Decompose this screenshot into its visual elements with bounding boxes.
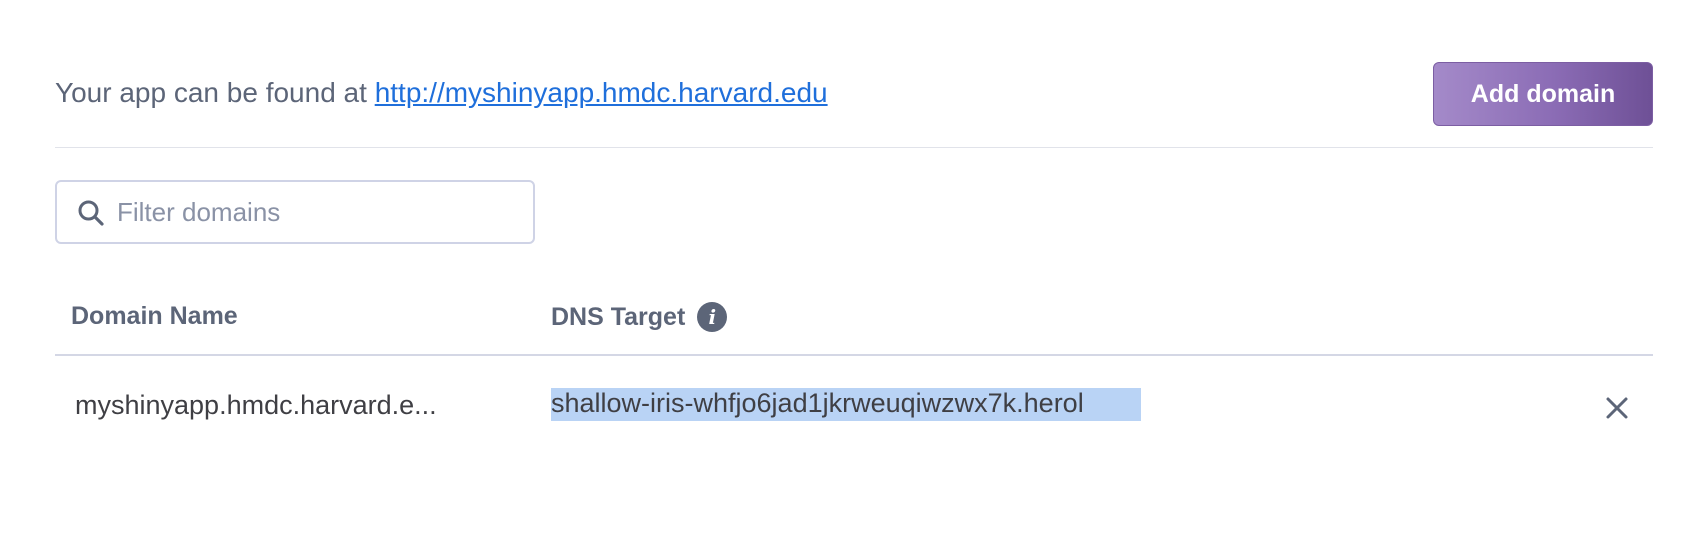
column-header-dns-target: DNS Target i (551, 302, 728, 332)
domain-name-cell: myshinyapp.hmdc.harvard.e... (75, 390, 437, 420)
domains-table-header: Domain Name DNS Target i (55, 296, 1653, 354)
filter-domains-field[interactable] (55, 180, 535, 244)
add-domain-button[interactable]: Add domain (1433, 62, 1653, 126)
domains-header: Your app can be found at http://myshinya… (55, 62, 1653, 128)
domains-page: Your app can be found at http://myshinya… (55, 0, 1653, 546)
filter-domains-input[interactable] (117, 190, 517, 234)
app-location-intro: Your app can be found at (55, 77, 375, 108)
column-header-domain-name: Domain Name (71, 302, 238, 330)
header-divider (55, 147, 1653, 148)
search-icon (77, 199, 105, 227)
dns-target-cell[interactable]: shallow-iris-whfjo6jad1jkrweuqiwzwx7k.he… (551, 388, 1141, 421)
close-icon[interactable] (1601, 392, 1633, 424)
app-url-link[interactable]: http://myshinyapp.hmdc.harvard.edu (375, 77, 828, 108)
app-location-text: Your app can be found at http://myshinya… (55, 77, 828, 109)
table-row: myshinyapp.hmdc.harvard.e... shallow-iri… (55, 378, 1653, 438)
dns-target-label: DNS Target (551, 302, 686, 331)
info-icon[interactable]: i (697, 302, 728, 332)
table-header-divider (55, 354, 1653, 356)
